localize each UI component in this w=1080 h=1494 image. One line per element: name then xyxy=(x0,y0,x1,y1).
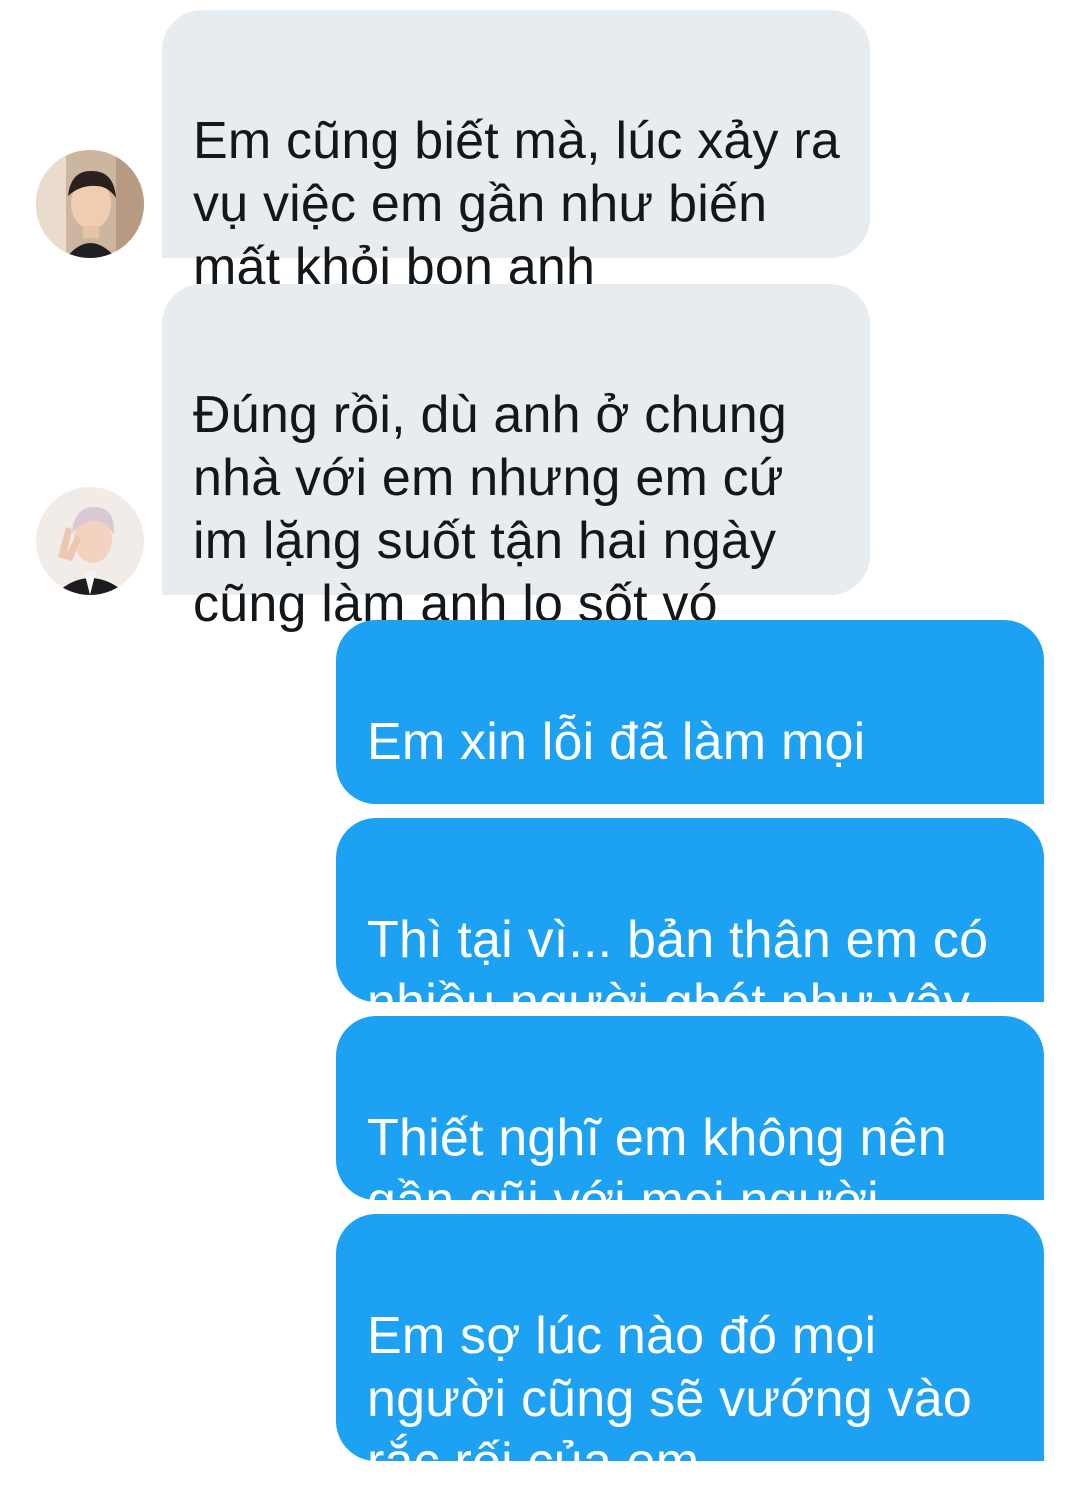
message-text: Đúng rồi, dù anh ở chung nhà với em nhưn… xyxy=(193,386,787,633)
message-bubble-outgoing[interactable]: Thiết nghĩ em không nên gần gũi với mọi … xyxy=(336,1016,1044,1230)
message-bubble-incoming[interactable]: Đúng rồi, dù anh ở chung nhà với em nhưn… xyxy=(162,284,870,633)
avatar[interactable] xyxy=(36,150,144,258)
message-bubble-outgoing[interactable]: Thì tại vì... bản thân em có nhiều người… xyxy=(336,818,1044,1032)
message-bubble-outgoing[interactable]: Em xin lỗi đã làm mọi người lo lắng xyxy=(336,620,1044,899)
message-text: Thì tại vì... bản thân em có nhiều người… xyxy=(367,911,989,1032)
avatar[interactable] xyxy=(36,487,144,595)
message-bubble-incoming[interactable]: Em cũng biết mà, lúc xảy ra vụ việc em g… xyxy=(162,10,870,296)
message-text: Thiết nghĩ em không nên gần gũi với mọi … xyxy=(367,1109,947,1230)
message-text: Em sợ lúc nào đó mọi người cũng sẽ vướng… xyxy=(367,1307,972,1491)
message-text: Em cũng biết mà, lúc xảy ra vụ việc em g… xyxy=(193,112,840,296)
avatar-dark-hair-man-icon xyxy=(36,150,144,258)
avatar-light-hair-man-icon xyxy=(36,487,144,595)
message-bubble-outgoing[interactable]: Em sợ lúc nào đó mọi người cũng sẽ vướng… xyxy=(336,1214,1044,1491)
